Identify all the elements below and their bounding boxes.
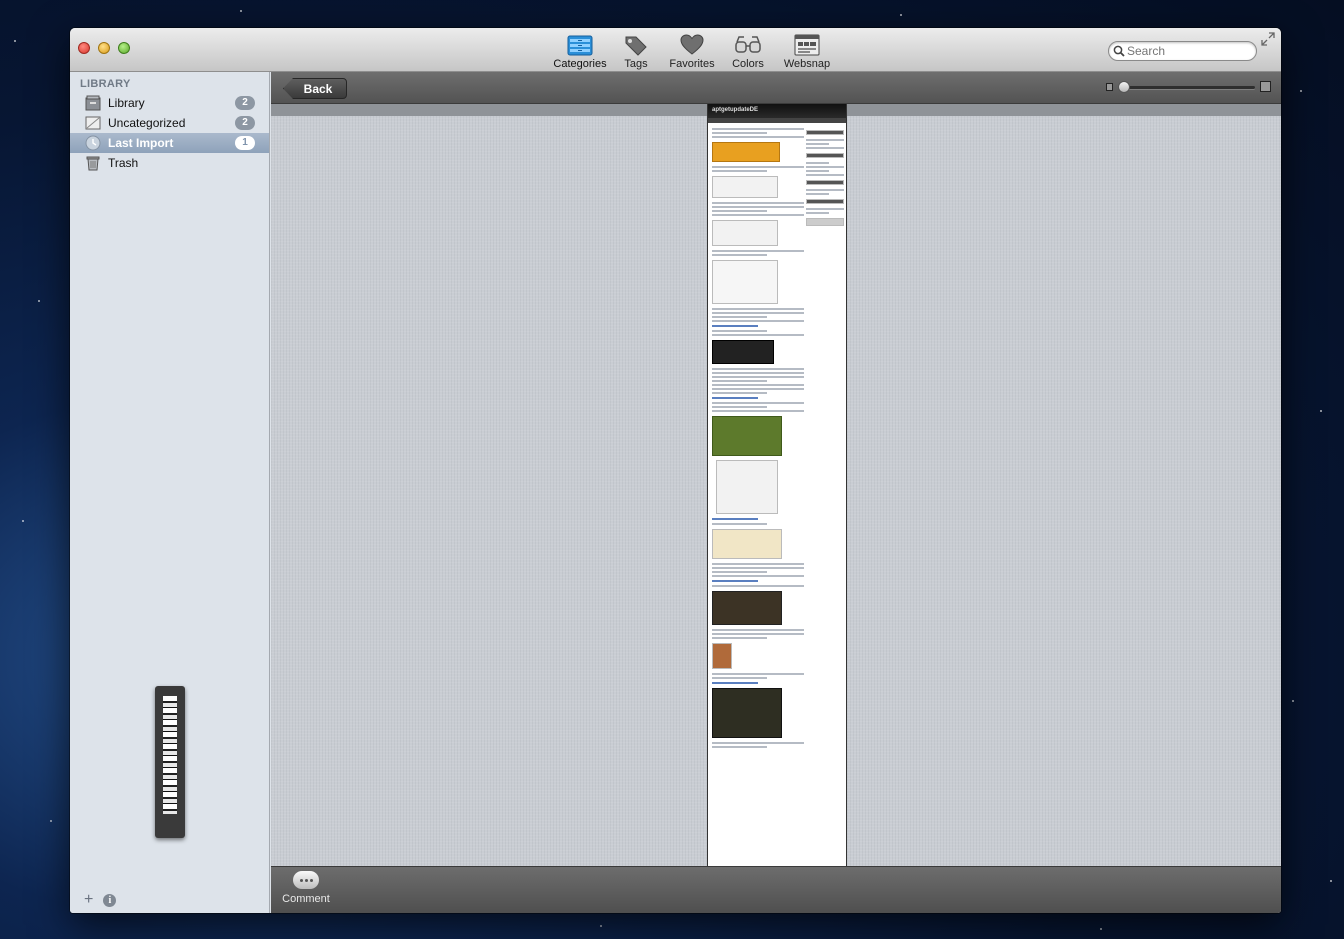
websnap-site-title: aptgetupdateDE [708,104,846,118]
clock-icon [85,135,101,151]
toolbar: Categories Tags Favorites Colors Websnap [552,32,838,70]
preview-area: aptgetupdateDE [271,104,1281,866]
websnap-icon [776,32,838,56]
toolbar-tags-button[interactable]: Tags [608,32,664,70]
toolbar-tags-label: Tags [624,58,648,70]
sidebar-item-label: Library [108,96,145,110]
comment-icon [293,871,319,889]
sidebar-item-uncategorized[interactable]: Uncategorized 2 [70,113,269,133]
toolbar-colors-label: Colors [732,58,764,70]
library-icon [85,95,101,111]
search-field[interactable] [1108,41,1257,61]
zoom-window-button[interactable] [118,42,130,54]
websnap-main-column [712,126,804,750]
fullscreen-icon[interactable] [1261,32,1275,46]
websnap-preview[interactable]: aptgetupdateDE [707,104,847,866]
sidebar-item-library[interactable]: Library 2 [70,93,269,113]
navigation-bar: Back [271,72,1281,104]
add-icon[interactable]: + [84,892,93,908]
toolbar-categories-label: Categories [553,58,607,70]
selection-thumbnail[interactable] [155,686,185,838]
uncategorized-icon [85,116,101,130]
toolbar-categories-button[interactable]: Categories [552,32,608,70]
search-input[interactable] [1127,44,1247,58]
sidebar-item-trash[interactable]: Trash [70,153,269,173]
trash-icon [86,156,100,171]
count-badge: 2 [235,96,255,110]
heart-icon [664,32,720,56]
sidebar-footer: + i [84,892,117,908]
zoom-slider-knob[interactable] [1118,81,1130,93]
toolbar-colors-button[interactable]: Colors [720,32,776,70]
toolbar-websnap-button[interactable]: Websnap [776,32,838,70]
comment-label: Comment [282,893,330,905]
sidebar: LIBRARY Library 2 Uncategorized 2 Last I… [70,72,270,913]
websnap-side-column [806,126,844,230]
sidebar-item-label: Last Import [108,136,174,150]
search-icon [1113,45,1125,57]
zoom-slider[interactable] [1121,86,1255,89]
sidebar-header: LIBRARY [80,78,131,90]
sidebar-item-label: Uncategorized [108,116,186,130]
websnap-nav [708,118,846,123]
glasses-icon [720,32,776,56]
zoom-out-icon[interactable] [1106,83,1113,91]
minimize-window-button[interactable] [98,42,110,54]
comment-button[interactable]: Comment [279,871,333,905]
titlebar: Categories Tags Favorites Colors Websnap… [70,28,1281,72]
thumbnail-image [163,696,177,814]
footer-bar: Comment [271,866,1281,913]
toolbar-favorites-label: Favorites [669,58,715,70]
close-window-button[interactable] [78,42,90,54]
sidebar-item-label: Trash [108,156,139,170]
tag-icon [608,32,664,56]
back-button[interactable]: Back [283,78,347,99]
count-badge: 1 [235,136,255,150]
sidebar-item-last-import[interactable]: Last Import 1 [70,133,269,153]
info-icon[interactable]: i [103,893,117,907]
zoom-in-icon[interactable] [1260,81,1271,92]
categories-icon [552,32,608,56]
toolbar-favorites-button[interactable]: Favorites [664,32,720,70]
count-badge: 2 [235,116,255,130]
toolbar-websnap-label: Websnap [783,58,831,70]
app-window: Categories Tags Favorites Colors Websnap… [70,28,1281,913]
